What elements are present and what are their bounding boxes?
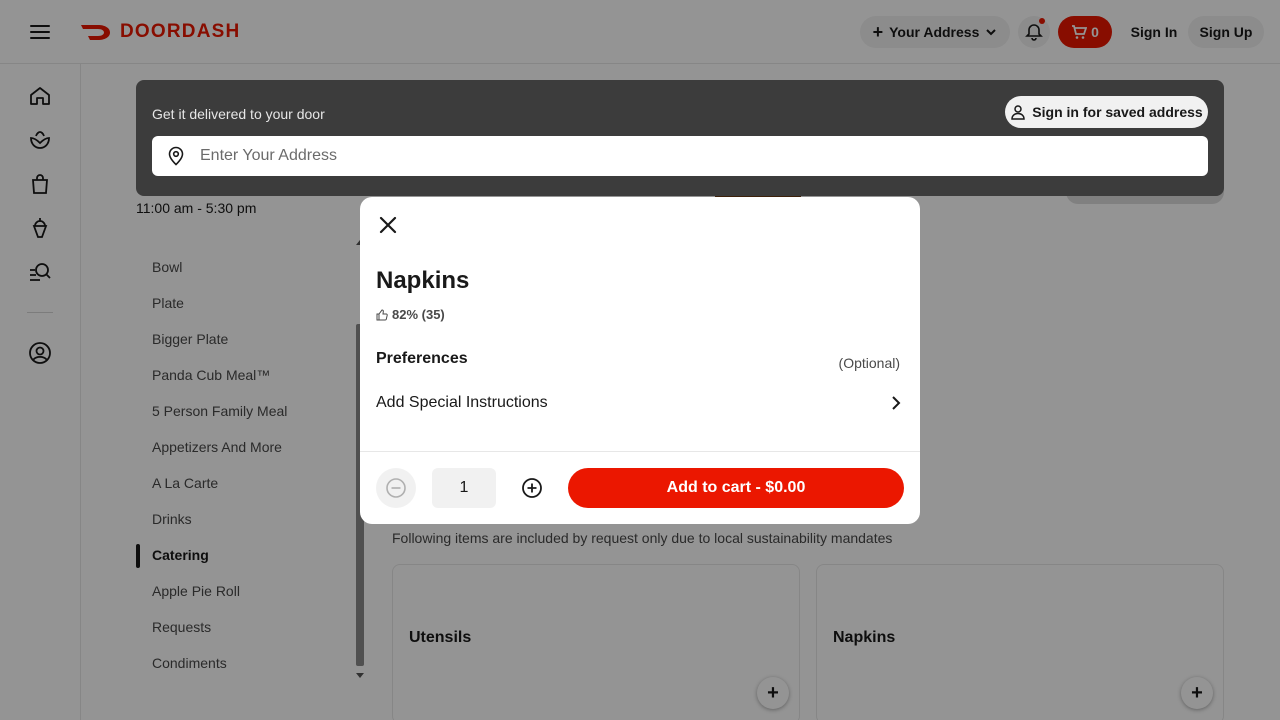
item-detail-modal: Napkins 82% (35) Preferences (Optional) …	[360, 197, 920, 524]
thumbs-up-icon	[376, 308, 388, 320]
close-icon	[379, 216, 397, 234]
modal-footer: 1 Add to cart - $0.00	[360, 451, 920, 524]
sign-in-saved-address-button[interactable]: Sign in for saved address	[1005, 96, 1208, 128]
rating-value: 82% (35)	[392, 307, 445, 322]
decrease-quantity-button[interactable]	[376, 468, 416, 508]
special-instructions-row[interactable]: Add Special Instructions	[376, 387, 904, 419]
person-icon	[1011, 105, 1026, 120]
increase-quantity-button[interactable]	[512, 468, 552, 508]
saved-address-label: Sign in for saved address	[1032, 104, 1203, 120]
add-to-cart-button[interactable]: Add to cart - $0.00	[568, 468, 904, 508]
address-input[interactable]	[200, 147, 1180, 165]
quantity-field[interactable]: 1	[432, 468, 496, 508]
location-pin-icon	[168, 146, 184, 166]
address-entry-panel: Get it delivered to your door Sign in fo…	[136, 80, 1224, 196]
item-title: Napkins	[376, 267, 470, 294]
minus-circle-icon	[386, 478, 406, 498]
chevron-right-icon	[892, 396, 901, 410]
preferences-heading: Preferences	[376, 350, 468, 367]
address-panel-label: Get it delivered to your door	[152, 106, 325, 122]
special-instructions-label: Add Special Instructions	[376, 394, 548, 411]
close-modal-button[interactable]	[372, 209, 404, 241]
address-input-container[interactable]	[152, 136, 1208, 176]
item-rating: 82% (35)	[376, 307, 445, 322]
preferences-optional-label: (Optional)	[838, 355, 900, 371]
plus-circle-icon	[522, 478, 542, 498]
